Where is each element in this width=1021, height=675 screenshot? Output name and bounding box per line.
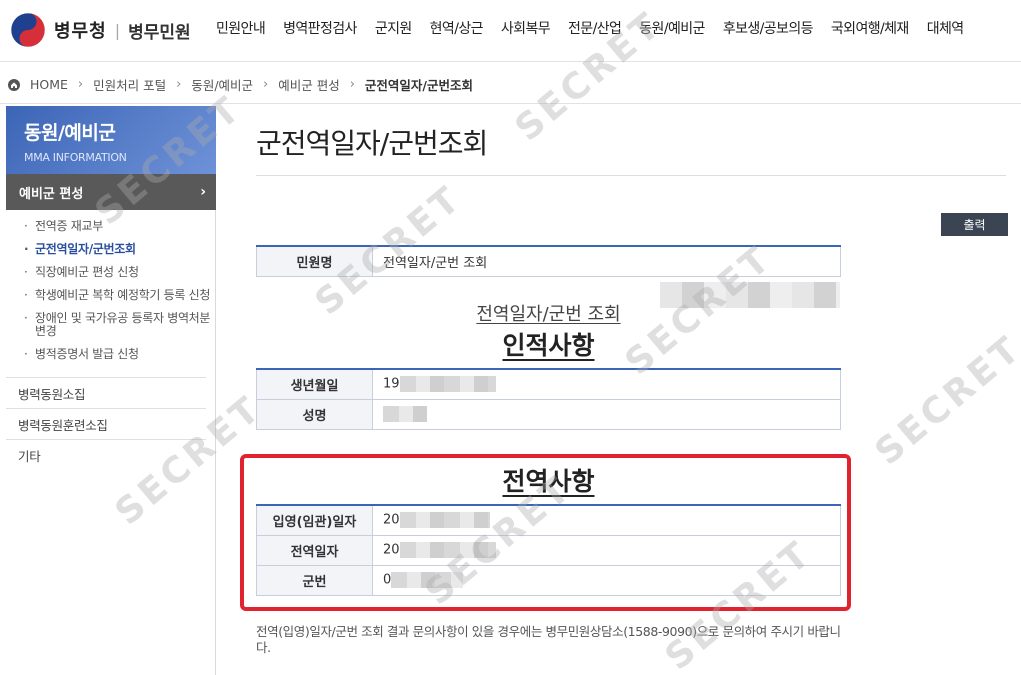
nav-item-social-service[interactable]: 사회복무 bbox=[501, 18, 551, 38]
table-value: 전역일자/군번 조회 bbox=[372, 246, 841, 277]
site-header: 병무청 | 병무민원 민원안내 병역판정검사 군지원 현역/상근 사회복무 전문… bbox=[0, 0, 1021, 62]
sidebar-item-label: 예비군 편성 bbox=[19, 186, 84, 202]
breadcrumb-current[interactable]: 군전역일자/군번조회 bbox=[365, 75, 473, 94]
sidebar-subitem-workplace[interactable]: 직장예비군 편성 신청 bbox=[22, 266, 215, 280]
sidebar-banner: 동원/예비군 MMA INFORMATION bbox=[6, 106, 216, 174]
table-row: 군번 0 bbox=[256, 565, 841, 596]
breadcrumb-home[interactable]: HOME bbox=[30, 77, 68, 92]
table-row: 입영(임관)일자 20 bbox=[256, 505, 841, 536]
sidebar-subitem-discharge-lookup[interactable]: 군전역일자/군번조회 bbox=[22, 243, 215, 257]
sidebar-title: 동원/예비군 bbox=[24, 122, 116, 144]
chevron-right-icon: › bbox=[349, 77, 355, 92]
sidebar-group-etc[interactable]: 기타 bbox=[6, 439, 206, 470]
nav-item-active-duty[interactable]: 현역/상근 bbox=[430, 18, 484, 38]
table-label: 입영(임관)일자 bbox=[256, 505, 373, 536]
personal-info-table: 생년월일 19 성명 bbox=[256, 368, 841, 430]
page-title: 군전역일자/군번조회 bbox=[256, 127, 488, 160]
nav-item-alternative[interactable]: 대체역 bbox=[927, 18, 964, 38]
redacted-block bbox=[399, 542, 496, 558]
table-label: 민원명 bbox=[256, 246, 373, 277]
sidebar: 동원/예비군 MMA INFORMATION 예비군 편성 › 전역증 재교부 … bbox=[6, 106, 216, 675]
chevron-right-icon: › bbox=[263, 77, 269, 92]
chevron-right-icon: › bbox=[77, 77, 84, 92]
personal-info-heading: 인적사항 bbox=[502, 331, 595, 360]
document-caption: 전역일자/군번 조회 bbox=[476, 304, 621, 325]
table-value-cell: 20 bbox=[372, 505, 841, 536]
global-nav: 민원안내 병역판정검사 군지원 현역/상근 사회복무 전문/산업 동원/예비군 … bbox=[216, 0, 982, 56]
table-label: 성명 bbox=[256, 399, 373, 430]
table-value-cell bbox=[372, 399, 841, 430]
breadcrumb: HOME › 민원처리 포털 › 동원/예비군 › 예비군 편성 › 군전역일자… bbox=[0, 66, 1021, 104]
service-info-heading: 전역사항 bbox=[502, 467, 595, 496]
service-info-table: 입영(임관)일자 20 전역일자 20 군번 0 bbox=[256, 504, 841, 596]
redacted-block bbox=[391, 572, 464, 588]
chevron-right-icon: › bbox=[176, 77, 182, 92]
breadcrumb-reserve[interactable]: 동원/예비군 bbox=[191, 75, 253, 94]
enlistment-date-value: 20 bbox=[383, 512, 400, 528]
doc-name-table: 민원명 전역일자/군번 조회 bbox=[256, 245, 841, 277]
title-divider bbox=[256, 175, 1006, 176]
table-row: 전역일자 20 bbox=[256, 535, 841, 566]
home-icon[interactable] bbox=[8, 78, 20, 91]
nav-item-military-apply[interactable]: 군지원 bbox=[375, 18, 412, 38]
sidebar-item-reserve-org[interactable]: 예비군 편성 › bbox=[6, 174, 216, 210]
main-content: 군전역일자/군번조회 출력 민원명 전역일자/군번 조회 전역일자/군번 조회 … bbox=[216, 106, 1021, 675]
sidebar-subitem-certificate[interactable]: 병적증명서 발급 신청 bbox=[22, 348, 215, 362]
nav-item-reserve[interactable]: 동원/예비군 bbox=[639, 18, 705, 38]
logo-main-text: 병무청 bbox=[54, 21, 107, 42]
nav-item-exam[interactable]: 병역판정검사 bbox=[283, 18, 357, 38]
sidebar-group-mobilization[interactable]: 병력동원소집 bbox=[6, 377, 206, 408]
table-label: 전역일자 bbox=[256, 535, 373, 566]
sidebar-subitem-disabled[interactable]: 장애인 및 국가유공 등록자 병역처분변경 bbox=[22, 312, 215, 338]
nav-item-candidate[interactable]: 후보생/공보의등 bbox=[723, 18, 814, 38]
table-row: 생년월일 19 bbox=[256, 369, 841, 400]
nav-item-overseas[interactable]: 국외여행/체재 bbox=[831, 18, 909, 38]
redacted-block bbox=[399, 512, 490, 529]
chevron-right-icon: › bbox=[200, 184, 206, 200]
sidebar-sub-list: 전역증 재교부 군전역일자/군번조회 직장예비군 편성 신청 학생예비군 복학 … bbox=[6, 210, 215, 377]
nav-item-civil-guide[interactable]: 민원안내 bbox=[216, 18, 266, 38]
sidebar-subtitle: MMA INFORMATION bbox=[24, 151, 127, 164]
table-value-cell: 20 bbox=[372, 535, 841, 566]
print-button[interactable]: 출력 bbox=[941, 213, 1008, 236]
sidebar-subitem-reissue[interactable]: 전역증 재교부 bbox=[22, 220, 215, 234]
table-value-cell: 19 bbox=[372, 369, 841, 400]
logo-sub-text: 병무민원 bbox=[128, 22, 191, 43]
sidebar-group-training[interactable]: 병력동원훈련소집 bbox=[6, 408, 206, 439]
notice-text: 전역(입영)일자/군번 조회 결과 문의사항이 있을 경우에는 병무민원상담소(… bbox=[256, 624, 841, 655]
birthdate-value: 19 bbox=[383, 376, 400, 392]
table-value-cell: 0 bbox=[372, 565, 841, 596]
table-row: 성명 bbox=[256, 399, 841, 430]
nav-item-professional[interactable]: 전문/산업 bbox=[568, 18, 622, 38]
taegeuk-logo-icon bbox=[10, 12, 46, 48]
redacted-block bbox=[383, 406, 427, 422]
breadcrumb-portal[interactable]: 민원처리 포털 bbox=[93, 75, 166, 94]
discharge-date-value: 20 bbox=[383, 542, 400, 558]
table-label: 생년월일 bbox=[256, 369, 373, 400]
table-label: 군번 bbox=[256, 565, 373, 596]
app-root: 병무청 | 병무민원 민원안내 병역판정검사 군지원 현역/상근 사회복무 전문… bbox=[0, 0, 1021, 675]
sidebar-subitem-student[interactable]: 학생예비군 복학 예정학기 등록 신청 bbox=[22, 289, 215, 303]
table-row: 민원명 전역일자/군번 조회 bbox=[256, 246, 841, 277]
site-logo[interactable]: 병무청 | 병무민원 bbox=[10, 10, 191, 50]
logo-separator: | bbox=[114, 20, 121, 40]
breadcrumb-reserve-org[interactable]: 예비군 편성 bbox=[278, 75, 339, 94]
redacted-block bbox=[399, 376, 496, 393]
service-number-value: 0 bbox=[383, 572, 392, 588]
